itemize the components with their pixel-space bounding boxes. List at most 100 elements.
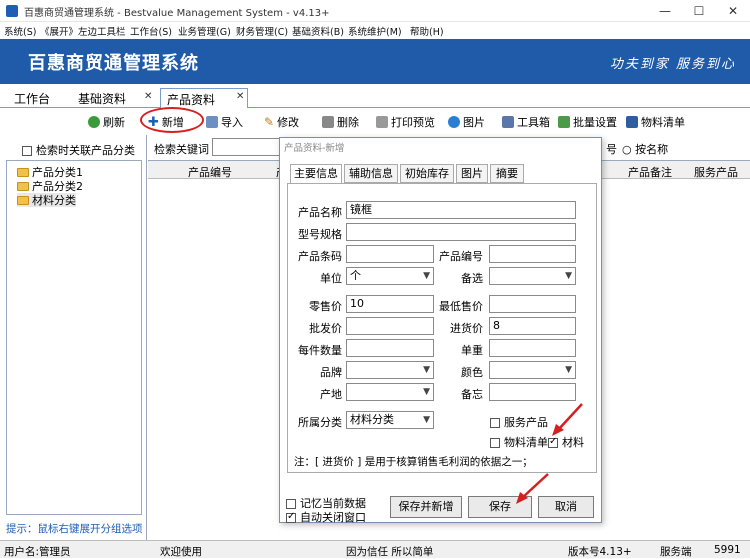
menu-finance[interactable]: 财务管理(C) xyxy=(236,24,288,38)
menu-help[interactable]: 帮助(H) xyxy=(410,24,444,38)
printer-icon xyxy=(376,116,388,128)
category-tree: 产品分类1 产品分类2 材料分类 xyxy=(6,160,142,515)
batch-label: 批量设置 xyxy=(573,116,617,129)
auto-close-checkbox[interactable]: 自动关闭窗口 xyxy=(286,509,366,525)
tab-bar: 工作台 基础资料 ✕ 产品资料 ✕ xyxy=(0,84,750,109)
keyword-label: 检索关键词 xyxy=(154,143,209,156)
tab-image[interactable]: 图片 xyxy=(456,164,488,183)
delete-button[interactable]: 删除 xyxy=(322,114,359,130)
menu-system[interactable]: 系统(S) xyxy=(4,24,36,38)
tree-label: 材料分类 xyxy=(32,194,76,207)
code-input[interactable] xyxy=(489,245,576,263)
batch-settings-button[interactable]: 批量设置 xyxy=(558,114,617,130)
edit-button[interactable]: ✎ 修改 xyxy=(264,114,299,130)
bom-button[interactable]: 物料清单 xyxy=(626,114,685,130)
alt-select[interactable]: ▼ xyxy=(489,267,576,285)
category-select[interactable]: 材料分类 ▼ xyxy=(346,411,434,429)
import-button[interactable]: 导入 xyxy=(206,114,243,130)
image-button[interactable]: 图片 xyxy=(448,114,485,130)
dialog-title: 产品资料-新增 xyxy=(284,143,345,154)
menu-expand-toolbar[interactable]: 《展开》左边工具栏 xyxy=(40,24,126,38)
unit-label: 单位 xyxy=(320,272,342,285)
column-header[interactable]: 产品备注 xyxy=(628,164,672,180)
status-port: 5991 xyxy=(714,544,741,556)
annotation-arrow-material xyxy=(552,403,583,436)
column-header[interactable]: 产品编号 xyxy=(188,164,232,180)
retail-input[interactable]: 10 xyxy=(346,295,434,313)
maximize-button[interactable]: ☐ xyxy=(682,0,716,22)
toolbox-button[interactable]: 工具箱 xyxy=(502,114,550,130)
brand-label: 品牌 xyxy=(320,366,342,379)
min-price-input[interactable] xyxy=(489,295,576,313)
menu-business[interactable]: 业务管理(G) xyxy=(178,24,231,38)
menu-workbench[interactable]: 工作台(S) xyxy=(130,24,172,38)
refresh-icon xyxy=(88,116,100,128)
wholesale-label: 批发价 xyxy=(309,322,342,335)
delete-icon xyxy=(322,116,334,128)
status-user: 用户名:管理员 xyxy=(4,546,71,558)
color-select[interactable]: ▼ xyxy=(489,361,576,379)
title-bar: 百惠商贸通管理系统 - Bestvalue Management System … xyxy=(0,0,750,22)
memo-label: 备忘 xyxy=(461,388,483,401)
tab-summary[interactable]: 摘要 xyxy=(490,164,524,183)
per-qty-input[interactable] xyxy=(346,339,434,357)
search-related-checkbox[interactable]: 检索时关联产品分类 xyxy=(22,142,135,158)
tab-workbench[interactable]: 工作台 xyxy=(8,88,56,108)
menu-basic-data[interactable]: 基础资料(B) xyxy=(292,24,344,38)
status-welcome: 欢迎使用 xyxy=(160,546,202,558)
status-server: 服务端 xyxy=(660,546,692,558)
minimize-button[interactable]: — xyxy=(648,0,682,22)
tree-item[interactable]: 产品分类2 xyxy=(17,179,83,193)
close-icon[interactable]: ✕ xyxy=(236,91,244,102)
weight-input[interactable] xyxy=(489,339,576,357)
purchase-input[interactable]: 8 xyxy=(489,317,576,335)
keyword-input[interactable] xyxy=(212,138,282,156)
system-name: 百惠商贸通管理系统 xyxy=(28,53,199,74)
memo-input[interactable] xyxy=(489,383,576,401)
checkbox-checked[interactable] xyxy=(286,511,296,523)
model-input[interactable] xyxy=(346,223,576,241)
edit-icon: ✎ xyxy=(264,115,275,129)
chevron-down-icon: ▼ xyxy=(423,415,430,425)
search-option-name[interactable]: ○ 按名称 xyxy=(622,141,668,157)
min-price-label: 最低售价 xyxy=(439,300,483,313)
tab-aux-info[interactable]: 辅助信息 xyxy=(344,164,398,183)
brand-select[interactable]: ▼ xyxy=(346,361,434,379)
refresh-button[interactable]: 刷新 xyxy=(88,114,125,130)
wholesale-input[interactable] xyxy=(346,317,434,335)
barcode-input[interactable] xyxy=(346,245,434,263)
slogan: 功夫到家 服务到心 xyxy=(609,57,736,72)
model-label: 型号规格 xyxy=(298,228,342,241)
tab-initial-stock[interactable]: 初始库存 xyxy=(400,164,454,183)
product-dialog: 产品资料-新增 主要信息 辅助信息 初始库存 图片 摘要 产品名称 镜框 型号规… xyxy=(279,137,602,525)
name-input[interactable]: 镜框 xyxy=(346,201,576,219)
checkbox[interactable] xyxy=(490,438,500,448)
save-and-new-button[interactable]: 保存并新增 xyxy=(390,496,462,518)
print-preview-button[interactable]: 打印预览 xyxy=(376,114,435,130)
weight-label: 单重 xyxy=(461,344,483,357)
search-option-code[interactable]: 号 xyxy=(606,141,617,157)
purchase-label: 进货价 xyxy=(450,322,483,335)
bom-label: 物料清单 xyxy=(641,116,685,129)
tree-item-selected[interactable]: 材料分类 xyxy=(17,193,76,207)
tip-text: 提示：鼠标右键展开分组选项 xyxy=(6,523,143,535)
bom-icon xyxy=(626,116,638,128)
checkbox[interactable] xyxy=(286,499,296,509)
tab-basic-data[interactable]: 基础资料 xyxy=(72,88,132,108)
close-button[interactable]: ✕ xyxy=(716,0,750,22)
close-icon[interactable]: ✕ xyxy=(144,91,152,102)
tab-main-info[interactable]: 主要信息 xyxy=(290,164,342,184)
checkbox[interactable] xyxy=(490,418,500,428)
tab-product-data[interactable]: 产品资料 xyxy=(160,88,248,109)
unit-select[interactable]: 个 ▼ xyxy=(346,267,434,285)
alt-label: 备选 xyxy=(461,272,483,285)
tree-item[interactable]: 产品分类1 xyxy=(17,165,83,179)
edit-label: 修改 xyxy=(277,116,300,129)
origin-select[interactable]: ▼ xyxy=(346,383,434,401)
refresh-label: 刷新 xyxy=(103,116,125,129)
checkbox[interactable] xyxy=(22,146,32,156)
banner: 百惠商贸通管理系统 功夫到家 服务到心 xyxy=(0,39,750,84)
code-label: 产品编号 xyxy=(439,250,483,263)
menu-maintenance[interactable]: 系统维护(M) xyxy=(348,24,402,38)
column-header[interactable]: 服务产品 xyxy=(694,164,738,180)
